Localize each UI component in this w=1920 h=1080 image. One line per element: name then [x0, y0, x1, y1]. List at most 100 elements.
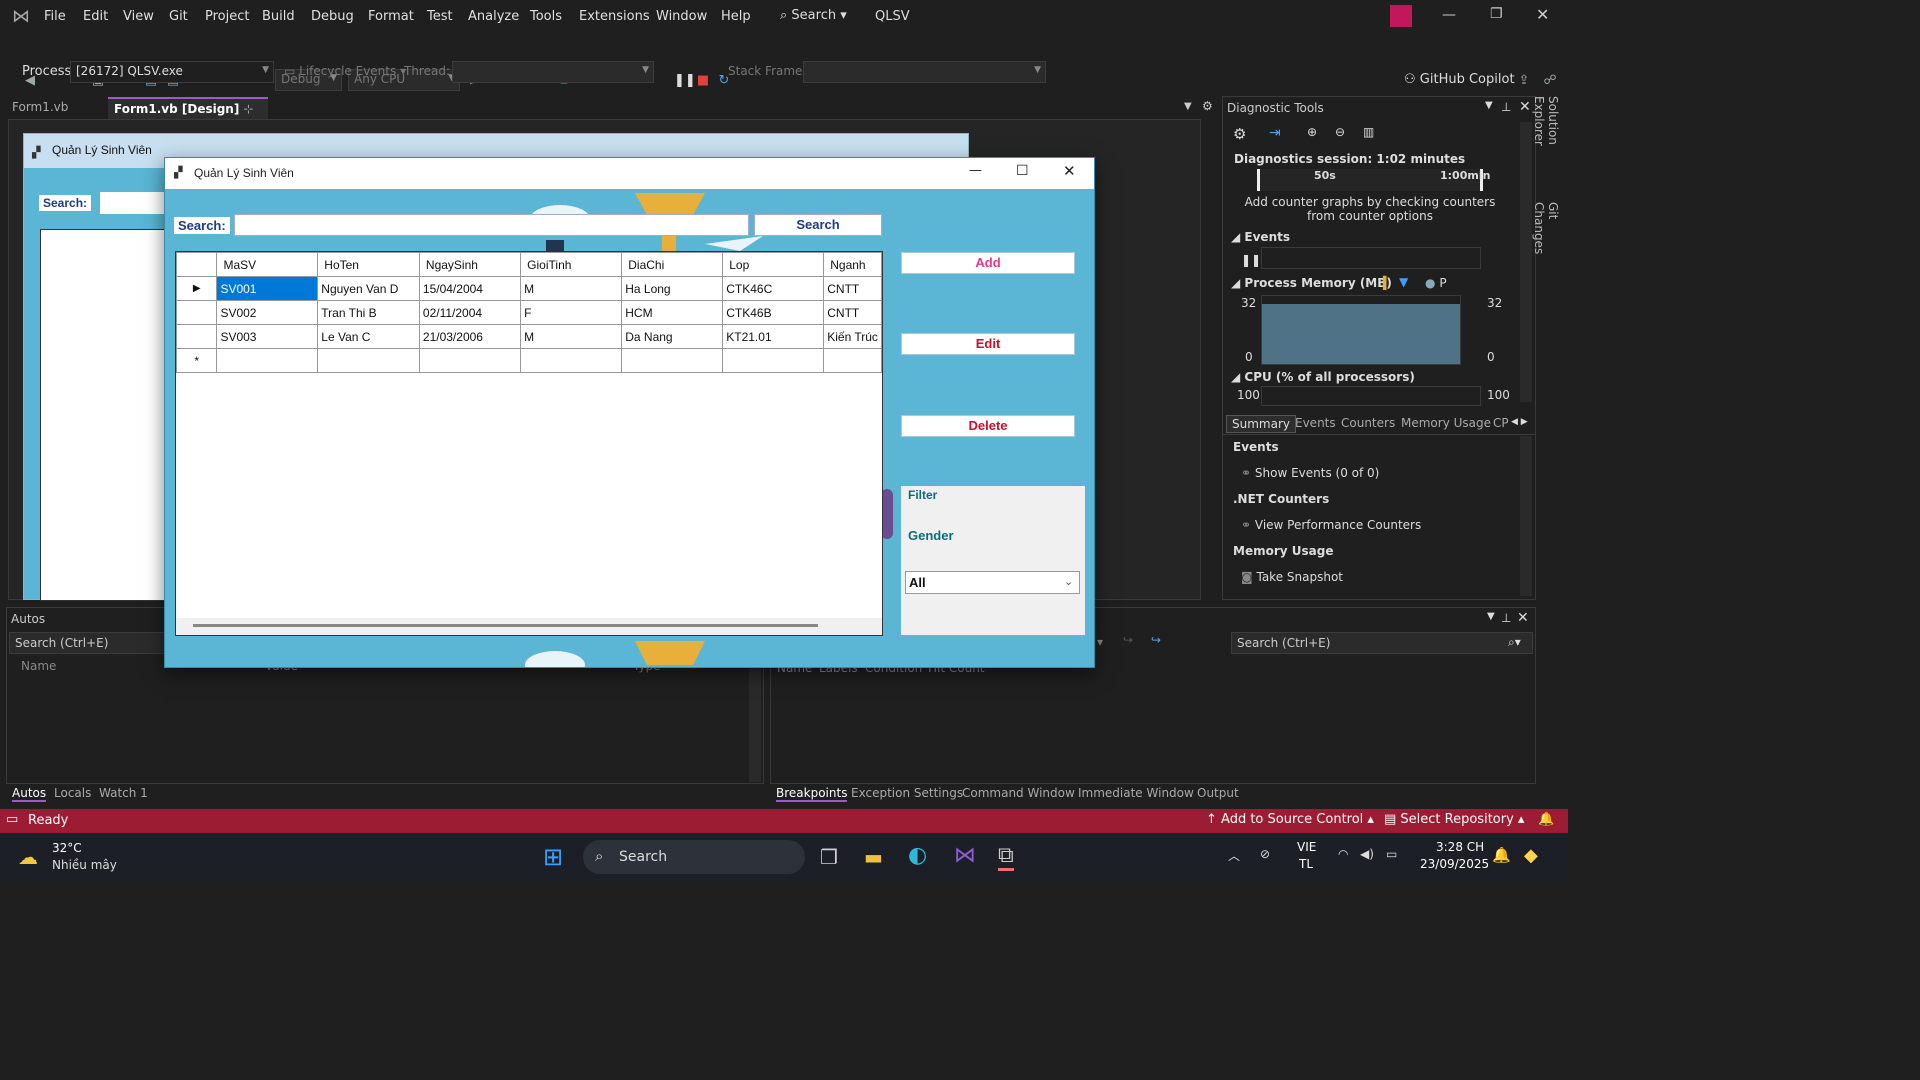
share-icon[interactable]: ⇪: [1516, 73, 1532, 89]
menu-window[interactable]: Window: [656, 9, 707, 24]
bp-goto-icon[interactable]: ↪: [1123, 633, 1133, 647]
add-source-control-button[interactable]: ↑ Add to Source Control ▴: [1206, 812, 1374, 827]
tab-cpu[interactable]: CP: [1493, 416, 1509, 430]
add-button[interactable]: Add: [901, 252, 1075, 274]
avatar[interactable]: [1390, 5, 1412, 27]
close-icon[interactable]: ✕: [1536, 5, 1549, 24]
col-header-diachi[interactable]: DiaChi: [621, 252, 724, 277]
col-header-hoten[interactable]: HoTen: [317, 252, 420, 277]
lifecycle-events-button[interactable]: ▭ Lifecycle Events ▾: [284, 64, 406, 78]
autos-tab-locals[interactable]: Locals: [54, 786, 91, 800]
lang-1[interactable]: VIE: [1297, 840, 1316, 854]
cell-lop[interactable]: KT21.01: [722, 324, 825, 349]
new-row-cell[interactable]: [823, 348, 882, 373]
cell-masv[interactable]: SV002: [216, 300, 319, 325]
side-tab-solution-explorer[interactable]: Solution Explorer: [1532, 96, 1560, 196]
tab-form1-vb[interactable]: Form1.vb: [6, 97, 74, 119]
autos-scrollbar[interactable]: [749, 656, 761, 782]
windows-start-icon[interactable]: ⊞: [543, 843, 563, 871]
lang-2[interactable]: TL: [1299, 857, 1313, 871]
pause-icon[interactable]: ❚❚: [674, 73, 696, 89]
row-selector[interactable]: [175, 300, 218, 325]
bp-search-icon[interactable]: ⌕▾: [1508, 635, 1521, 650]
new-row-cell[interactable]: [317, 348, 420, 373]
take-snapshot-link[interactable]: ◙ Take Snapshot: [1241, 570, 1343, 584]
stack-frame-dropdown[interactable]: ▼: [803, 61, 1046, 83]
copilot-button[interactable]: ⚇ GitHub Copilot: [1404, 72, 1515, 87]
diag-menu-icon[interactable]: ▼: [1485, 100, 1493, 111]
tab-exception-settings[interactable]: Exception Settings: [851, 786, 963, 800]
new-row-cell[interactable]: [520, 348, 623, 373]
file-explorer-icon[interactable]: ▬: [864, 845, 883, 869]
diag-timeline[interactable]: 50s 1:00min: [1257, 169, 1490, 191]
bp-dropdown-icon[interactable]: ▾: [1097, 635, 1103, 649]
tray-expand-icon[interactable]: ︿: [1228, 847, 1240, 864]
designer-search-input[interactable]: [100, 192, 170, 214]
cell-masv[interactable]: SV001: [216, 276, 319, 301]
cell-hoten[interactable]: Le Van C: [317, 324, 420, 349]
thread-dropdown[interactable]: ▼: [452, 61, 654, 83]
wifi-icon[interactable]: ◠: [1338, 847, 1348, 861]
process-dropdown[interactable]: [26172] QLSV.exe ▼: [70, 61, 274, 83]
app-search-button[interactable]: Search: [754, 214, 882, 236]
diag-export-icon[interactable]: ⇥: [1269, 125, 1281, 141]
menu-git[interactable]: Git: [169, 9, 188, 24]
events-header[interactable]: ◢ Events: [1231, 230, 1290, 244]
app-taskbar-icon[interactable]: ⧉: [998, 843, 1014, 871]
cell-nganh[interactable]: Kiến Trúc: [823, 324, 882, 349]
edge-icon[interactable]: ◐: [908, 843, 927, 868]
stop-icon[interactable]: ■: [695, 73, 711, 89]
autos-tab-autos[interactable]: Autos: [12, 786, 47, 802]
cell-gioitinh[interactable]: M: [520, 276, 623, 301]
select-repository-button[interactable]: ▤ Select Repository ▴: [1384, 812, 1524, 827]
tab-memory-usage[interactable]: Memory Usage: [1401, 416, 1491, 430]
menu-edit[interactable]: Edit: [83, 9, 108, 24]
new-row-cell[interactable]: [722, 348, 825, 373]
zoom-in-icon[interactable]: ⊕: [1307, 125, 1317, 139]
new-row-cell[interactable]: [621, 348, 724, 373]
col-header-ngaysinh[interactable]: NgaySinh: [418, 252, 522, 277]
designer-grid[interactable]: [40, 229, 170, 601]
row-selector[interactable]: [175, 324, 218, 349]
cell-lop[interactable]: CTK46C: [722, 276, 825, 301]
weather-icon[interactable]: ☁: [18, 845, 38, 869]
battery-icon[interactable]: ▭: [1386, 847, 1397, 861]
diag-summary-scrollbar[interactable]: [1520, 436, 1532, 596]
vs-search-button[interactable]: ⌕ Search ▾: [780, 8, 847, 23]
menu-debug[interactable]: Debug: [311, 9, 354, 24]
new-row-cell[interactable]: [216, 348, 319, 373]
diag-scrollbar[interactable]: [1520, 122, 1532, 402]
notifications-icon[interactable]: 🔔: [1538, 812, 1554, 827]
menu-help[interactable]: Help: [721, 9, 751, 24]
clock-time[interactable]: 3:28 CH: [1436, 840, 1484, 854]
new-row-marker[interactable]: *: [175, 348, 218, 373]
cell-ngaysinh[interactable]: 21/03/2006: [418, 324, 522, 349]
cell-diachi[interactable]: Da Nang: [621, 324, 724, 349]
menu-format[interactable]: Format: [368, 9, 414, 24]
cell-nganh[interactable]: CNTT: [823, 300, 882, 325]
show-events-link[interactable]: ⚭ Show Events (0 of 0): [1241, 466, 1379, 480]
bp-close-icon[interactable]: ✕: [1517, 610, 1529, 626]
autos-tab-watch1[interactable]: Watch 1: [99, 786, 148, 800]
task-view-icon[interactable]: ❒: [820, 845, 838, 869]
clock-date[interactable]: 23/09/2025: [1420, 857, 1489, 871]
copilot-taskbar-icon[interactable]: ◆: [1524, 845, 1538, 866]
tabs-scroll-icon[interactable]: ◀ ▶: [1511, 417, 1528, 427]
feedback-icon[interactable]: ☍: [1542, 73, 1558, 89]
events-pause-icon[interactable]: ❚❚: [1241, 253, 1261, 267]
side-tab-git-changes[interactable]: Git Changes: [1532, 202, 1560, 272]
cell-gioitinh[interactable]: F: [520, 300, 623, 325]
app-close-icon[interactable]: ✕: [1063, 162, 1076, 180]
bp-search-input[interactable]: Search (Ctrl+E) ⌕▾: [1231, 632, 1533, 654]
cell-ngaysinh[interactable]: 15/04/2004: [418, 276, 522, 301]
grid-hscroll-thumb[interactable]: [193, 624, 818, 627]
menu-project[interactable]: Project: [205, 9, 249, 24]
table-row[interactable]: SV003 Le Van C 21/03/2006 M Da Nang KT21…: [175, 324, 882, 349]
menu-extensions[interactable]: Extensions: [579, 9, 650, 24]
pin-icon[interactable]: ⊹: [244, 102, 254, 116]
table-new-row[interactable]: *: [175, 348, 882, 373]
notification-bell-icon[interactable]: 🔔: [1492, 846, 1511, 864]
menu-tools[interactable]: Tools: [530, 9, 562, 24]
settings-icon[interactable]: ⚙: [1202, 99, 1213, 113]
delete-button[interactable]: Delete: [901, 415, 1075, 437]
